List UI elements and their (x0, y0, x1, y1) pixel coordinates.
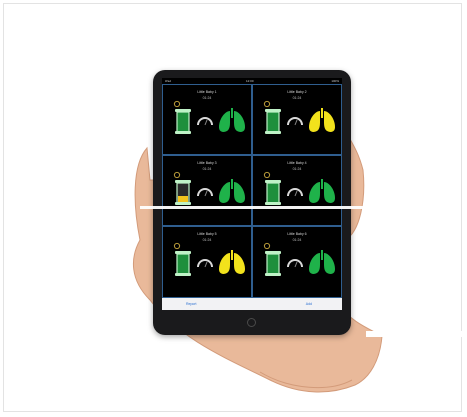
add-button[interactable]: Add (306, 302, 312, 306)
volume-bar (175, 109, 191, 134)
monitor-title: Little Baby 1 (197, 90, 217, 94)
sensor-icon (263, 242, 271, 250)
glare-stripe (140, 206, 440, 209)
gauge-icon (197, 117, 213, 126)
sensor-icon (263, 171, 271, 179)
monitor-grid: Little Baby 1 01:24 Little Baby 2 01:24 … (162, 84, 342, 298)
lungs-icon (309, 179, 335, 203)
monitor-title: Little Baby 3 (197, 161, 217, 165)
tablet-device: iPad 12:00 100% Little Baby 1 01:24 Litt… (153, 70, 351, 335)
volume-bar (265, 180, 281, 205)
report-button[interactable]: Report (186, 302, 197, 306)
status-battery: 100% (331, 79, 339, 83)
monitor-cell[interactable]: Little Baby 5 01:24 (162, 226, 252, 298)
bottom-toolbar: Report Add (162, 298, 342, 310)
gauge-icon (287, 117, 303, 126)
monitor-cell[interactable]: Little Baby 4 01:24 (252, 155, 342, 226)
sensor-icon (263, 100, 271, 108)
monitor-title: Little Baby 6 (287, 232, 307, 236)
lungs-icon (219, 250, 245, 274)
gauge-icon (197, 259, 213, 268)
lungs-icon (219, 108, 245, 132)
gauge-icon (197, 188, 213, 197)
monitor-cell[interactable]: Little Baby 3 01:24 (162, 155, 252, 226)
volume-bar (175, 251, 191, 276)
gauge-icon (287, 259, 303, 268)
lungs-icon (309, 250, 335, 274)
volume-bar (265, 109, 281, 134)
gauge-icon (287, 188, 303, 197)
volume-bar (265, 251, 281, 276)
home-button[interactable] (247, 318, 256, 327)
sensor-icon (173, 171, 181, 179)
monitor-title: Little Baby 5 (197, 232, 217, 236)
status-carrier: iPad (165, 79, 172, 83)
monitor-cell[interactable]: Little Baby 6 01:24 (252, 226, 342, 298)
monitor-cell[interactable]: Little Baby 2 01:24 (252, 84, 342, 155)
sensor-icon (173, 242, 181, 250)
tablet-screen: iPad 12:00 100% Little Baby 1 01:24 Litt… (162, 78, 342, 310)
monitor-title: Little Baby 4 (287, 161, 307, 165)
lungs-icon (219, 179, 245, 203)
lungs-icon (309, 108, 335, 132)
status-time: 12:00 (246, 79, 254, 83)
volume-bar (175, 180, 191, 205)
monitor-cell[interactable]: Little Baby 1 01:24 (162, 84, 252, 155)
monitor-title: Little Baby 2 (287, 90, 307, 94)
sensor-icon (173, 100, 181, 108)
